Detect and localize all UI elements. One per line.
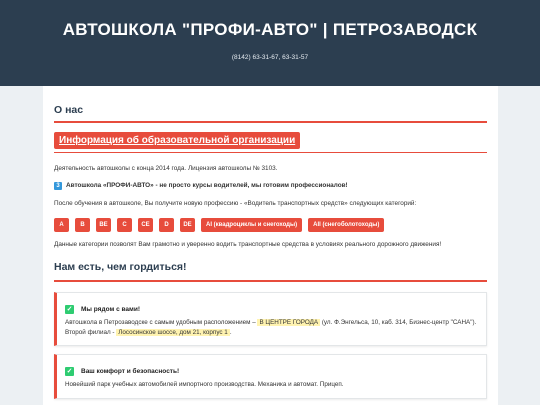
categories-intro: После обучения в автошколе, Вы получите …: [54, 200, 417, 207]
second-branch-highlight: Лососинское шоссе, дом 21, корпус 1: [116, 328, 230, 336]
feature-card-location: ✓ Мы рядом с вами! Автошкола в Петрозаво…: [54, 292, 487, 346]
feature-card-text: Новейший парк учебных автомобилей импорт…: [65, 381, 344, 388]
slogan-line: 3 Автошкола «ПРОФИ-АВТО» - не просто кур…: [54, 181, 487, 190]
site-header: АВТОШКОЛА "ПРОФИ-АВТО" | ПЕТРОЗАВОДСК (8…: [0, 0, 540, 86]
keycap-three-icon: 3: [54, 181, 62, 190]
categories-note: Данные категории позволят Вам грамотно и…: [54, 241, 442, 248]
site-title: АВТОШКОЛА "ПРОФИ-АВТО" | ПЕТРОЗАВОДСК: [62, 20, 478, 39]
category-list: A B BE C CE D DE AI (квадроциклы и снего…: [54, 218, 487, 232]
pride-heading: Нам есть, чем гордиться!: [54, 261, 487, 282]
city-center-highlight: В ЦЕНТРЕ ГОРОДА: [257, 319, 321, 326]
category-badge-ce[interactable]: CE: [138, 218, 153, 232]
org-info-link[interactable]: Информация об образовательной организаци…: [54, 132, 301, 149]
check-mark-icon: ✓: [65, 367, 74, 376]
category-badge-d[interactable]: D: [159, 218, 174, 232]
about-heading: О нас: [54, 86, 487, 123]
check-mark-icon: ✓: [65, 305, 74, 314]
feature-card-header: ✓ Ваш комфорт и безопасность!: [65, 367, 478, 376]
slogan-text: Автошкола «ПРОФИ-АВТО» - не просто курсы…: [66, 182, 348, 189]
feature-card-header: ✓ Мы рядом с вами!: [65, 305, 478, 314]
category-badge-c[interactable]: C: [117, 218, 132, 232]
category-badge-aii[interactable]: AII (снегоболотоходы): [308, 218, 385, 232]
feature-card-title: Ваш комфорт и безопасность!: [81, 368, 180, 375]
about-divider: [54, 152, 487, 153]
location-text-end: .: [229, 328, 232, 336]
location-text-start: Автошкола в Петрозаводске с самым удобны…: [65, 319, 256, 326]
category-badge-ai[interactable]: AI (квадроциклы и снегоходы): [201, 218, 303, 232]
phone-numbers: (8142) 63-31-67, 63-31-57: [231, 54, 309, 61]
main-content: О нас Информация об образовательной орга…: [43, 86, 498, 405]
category-badge-be[interactable]: BE: [96, 218, 111, 232]
feature-card-title: Мы рядом с вами!: [81, 306, 140, 313]
category-badge-b[interactable]: B: [75, 218, 90, 232]
license-text: Деятельность автошколы с конца 2014 года…: [54, 165, 278, 172]
feature-card-comfort: ✓ Ваш комфорт и безопасность! Новейший п…: [54, 354, 487, 399]
feature-card-text: Автошкола в Петрозаводске с самым удобны…: [65, 318, 478, 337]
category-badge-a[interactable]: A: [54, 218, 69, 232]
category-badge-de[interactable]: DE: [180, 218, 195, 232]
